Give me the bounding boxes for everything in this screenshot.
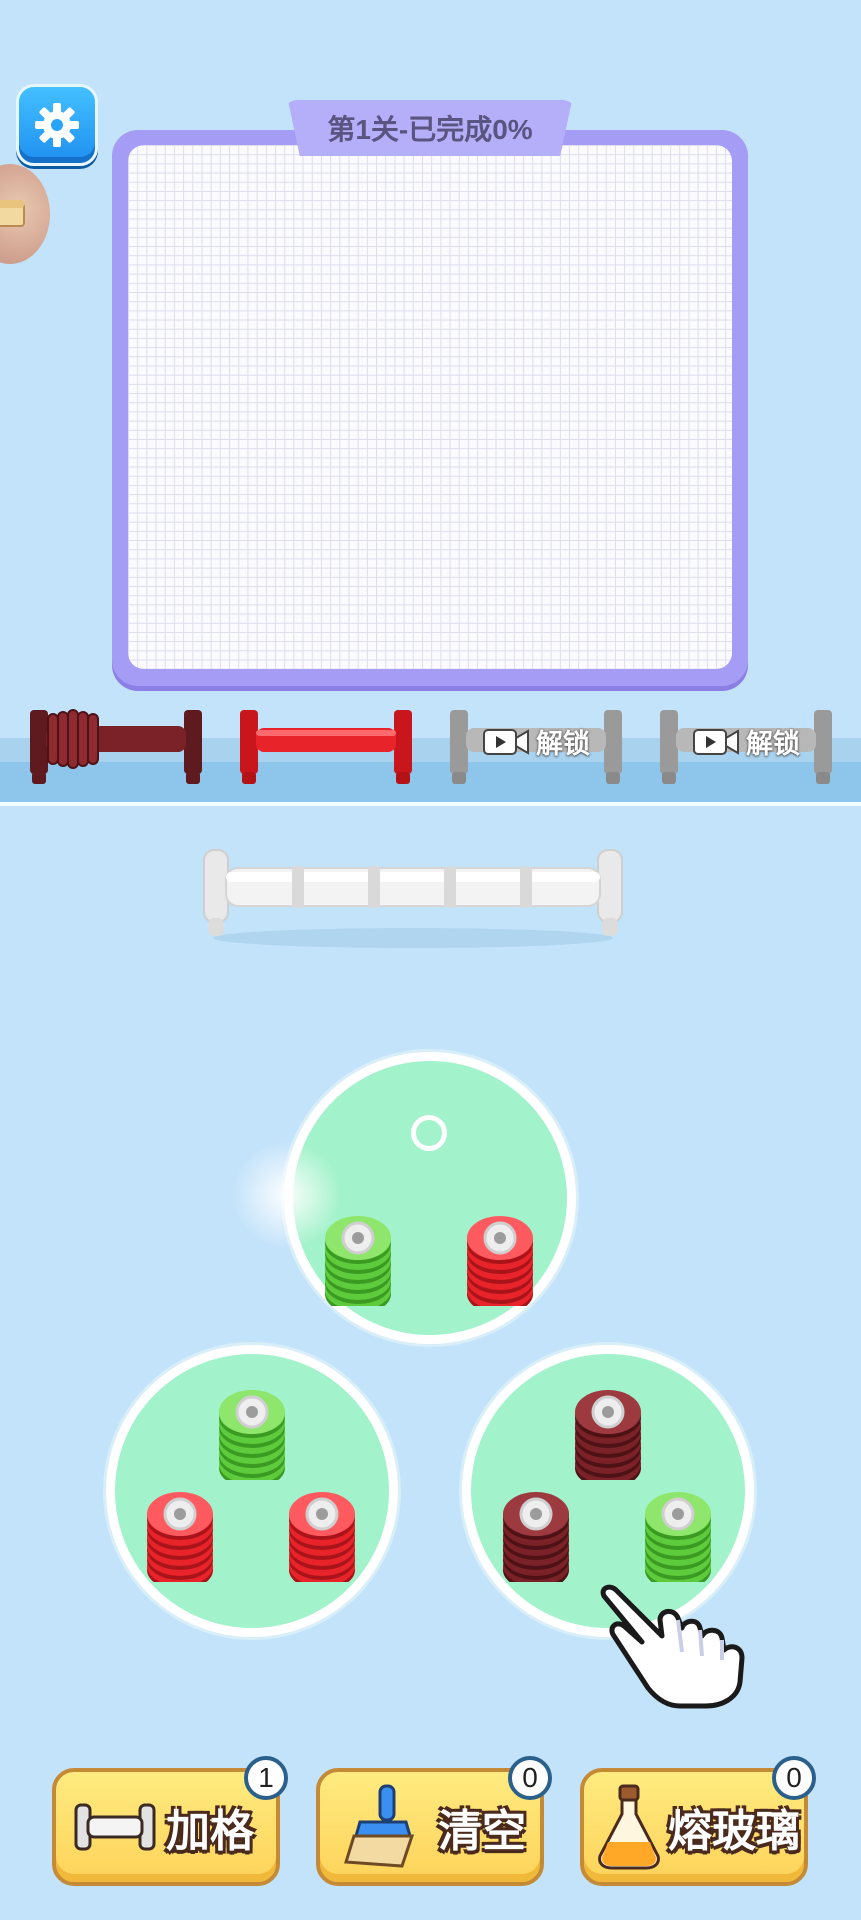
ring-stack-maroon[interactable] xyxy=(572,1380,644,1480)
ring-stack-maroon[interactable] xyxy=(500,1482,572,1582)
melt-glass-count-badge: 0 xyxy=(772,1756,816,1800)
level-progress-title: 第1关-已完成0% xyxy=(287,100,573,156)
clear-label: 清空 xyxy=(438,1807,526,1856)
chest-icon xyxy=(0,200,25,227)
settings-button[interactable] xyxy=(16,84,98,166)
pattern-grid xyxy=(128,145,732,669)
video-icon xyxy=(693,728,739,755)
ring-stack-red[interactable] xyxy=(464,1206,536,1306)
ring-stack-green[interactable] xyxy=(642,1482,714,1582)
unlock-label: 解锁 xyxy=(746,729,800,759)
gear-icon xyxy=(35,103,79,147)
melt-glass-label: 熔玻璃 xyxy=(668,1807,800,1856)
rod-icon xyxy=(74,1803,156,1851)
ring-stack-red[interactable] xyxy=(144,1482,216,1582)
ring-stack-green[interactable] xyxy=(216,1380,288,1480)
target-ring xyxy=(411,1115,447,1151)
add-slot-count-badge: 1 xyxy=(244,1756,288,1800)
shelf-slot-3[interactable]: 解锁 xyxy=(446,700,626,792)
clear-count-badge: 0 xyxy=(508,1756,552,1800)
treasure-chest-button[interactable] xyxy=(0,164,50,264)
tutorial-hand-icon xyxy=(600,1584,745,1709)
potion-icon xyxy=(598,1784,660,1870)
ring-stack-green[interactable] xyxy=(322,1206,394,1306)
add-slot-label: 加格 xyxy=(166,1807,254,1856)
shelf-slot-4[interactable]: 解锁 xyxy=(656,700,836,792)
video-icon xyxy=(483,728,529,755)
shelf-slot-1[interactable] xyxy=(26,700,206,792)
unlock-label: 解锁 xyxy=(536,729,590,759)
shelf-slot-2[interactable] xyxy=(236,700,416,792)
ring-stack-red[interactable] xyxy=(286,1482,358,1582)
white-rod[interactable] xyxy=(198,846,628,952)
broom-icon xyxy=(344,1784,414,1868)
